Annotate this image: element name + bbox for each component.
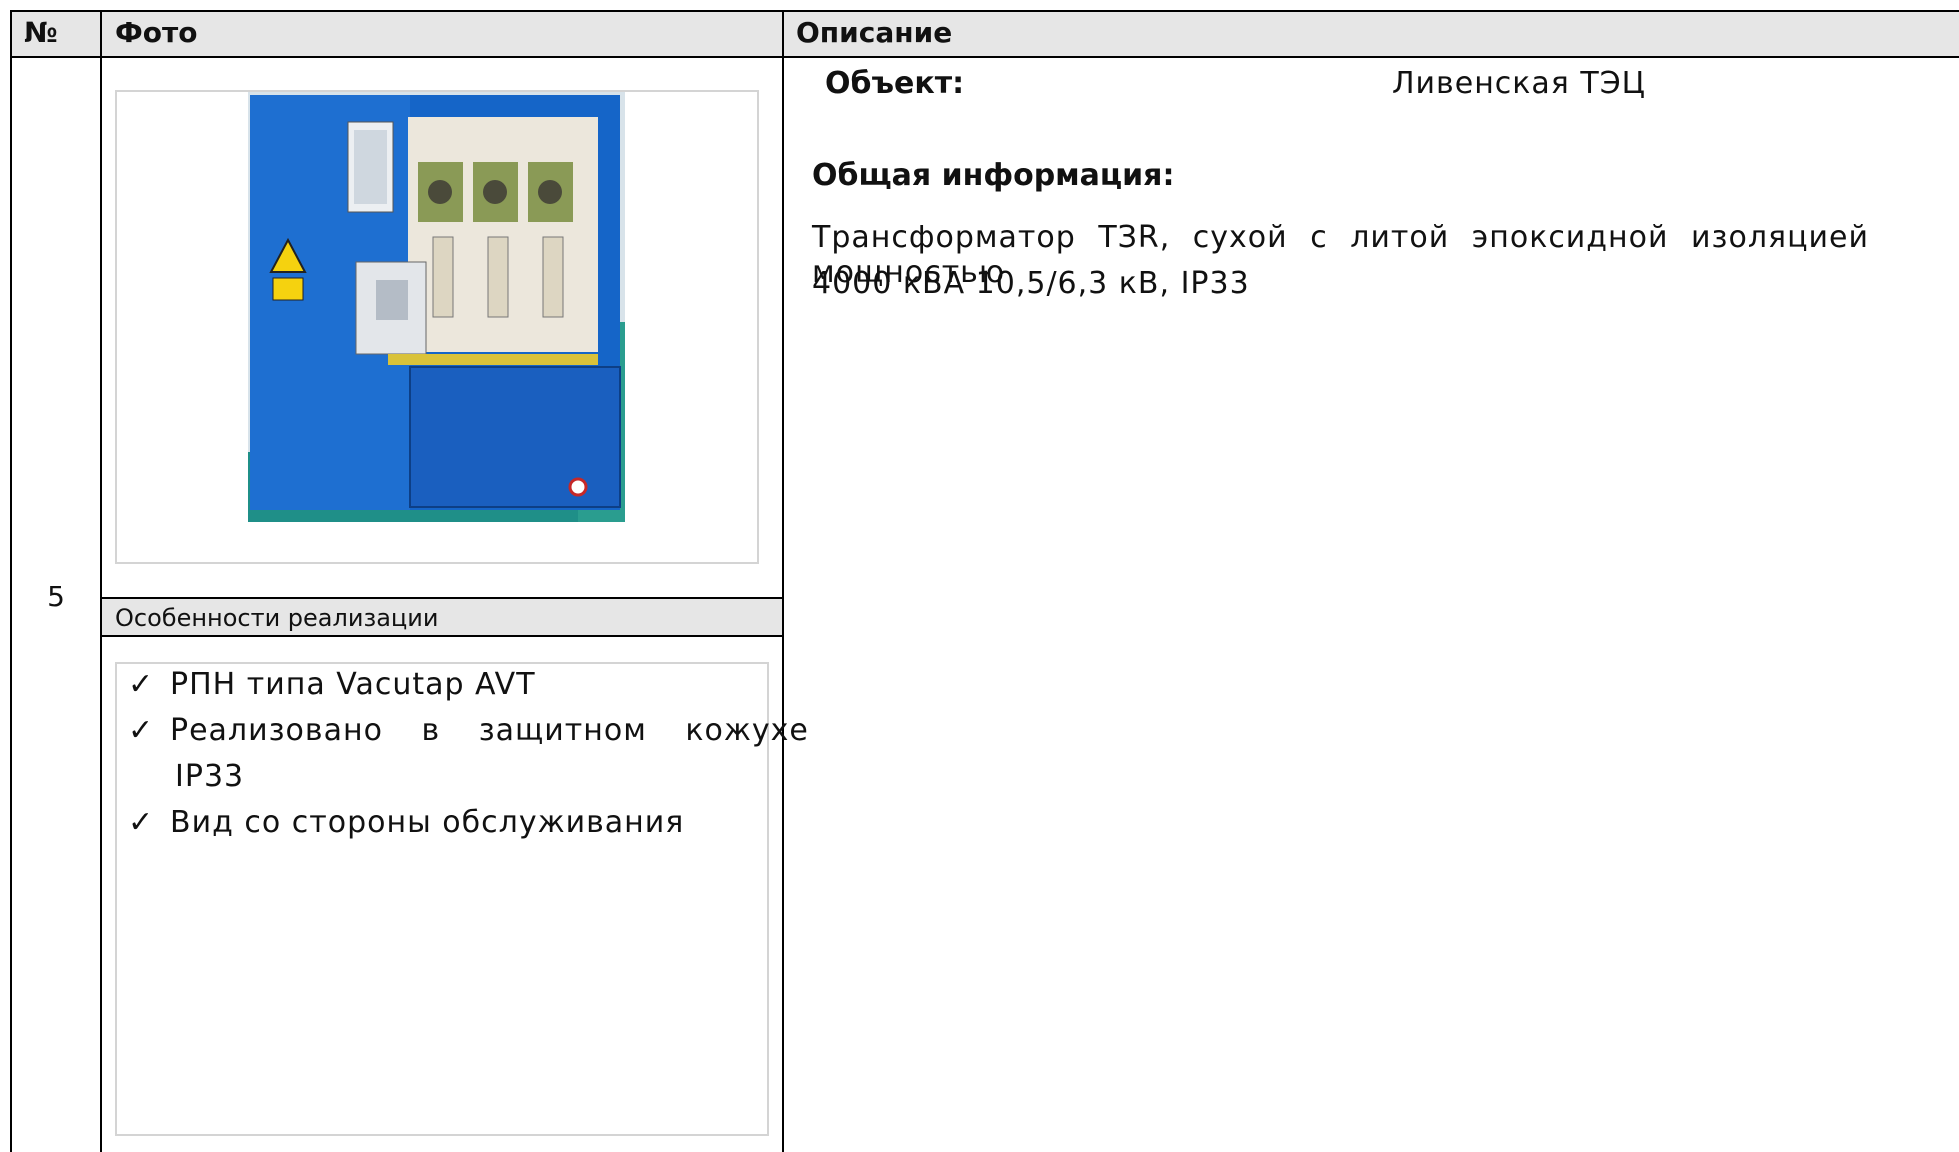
photo-frame — [115, 90, 759, 564]
checkmark-icon: ✓ — [128, 713, 155, 748]
feature-text: Реализовано в защитном кожухе — [170, 713, 809, 748]
object-label: Объект: — [825, 66, 965, 101]
checkmark-icon: ✓ — [128, 667, 155, 702]
table-top-border — [10, 10, 1959, 12]
features-title: Особенности реализации — [115, 604, 439, 632]
feature-text-continued: IP33 — [175, 759, 245, 794]
col-divider-2 — [782, 10, 784, 1152]
feature-text: Вид со стороны обслуживания — [170, 805, 685, 840]
header-bg-photo — [102, 12, 782, 56]
header-bg-description — [784, 12, 1959, 56]
checkmark-icon: ✓ — [128, 805, 155, 840]
header-num: № — [24, 16, 58, 49]
feature-item: ✓ Вид со стороны обслуживания — [128, 805, 684, 840]
header-bottom-border — [10, 56, 1959, 58]
header-photo: Фото — [115, 16, 198, 49]
feature-item: ✓ РПН типа Vacutap AVT — [128, 667, 536, 702]
object-value: Ливенская ТЭЦ — [1392, 66, 1646, 101]
col-divider-1 — [100, 10, 102, 1152]
general-info-label: Общая информация: — [812, 158, 1175, 193]
row-number: 5 — [47, 580, 65, 613]
feature-text: РПН типа Vacutap AVT — [170, 667, 536, 702]
transformer-photo — [248, 92, 625, 522]
features-bottom-border — [100, 635, 784, 637]
header-description: Описание — [796, 16, 953, 49]
feature-item: ✓ Реализовано в защитном кожухе — [128, 713, 809, 748]
description-line-2: 4000 кВА 10,5/6,3 кВ, IP33 — [812, 266, 1250, 301]
